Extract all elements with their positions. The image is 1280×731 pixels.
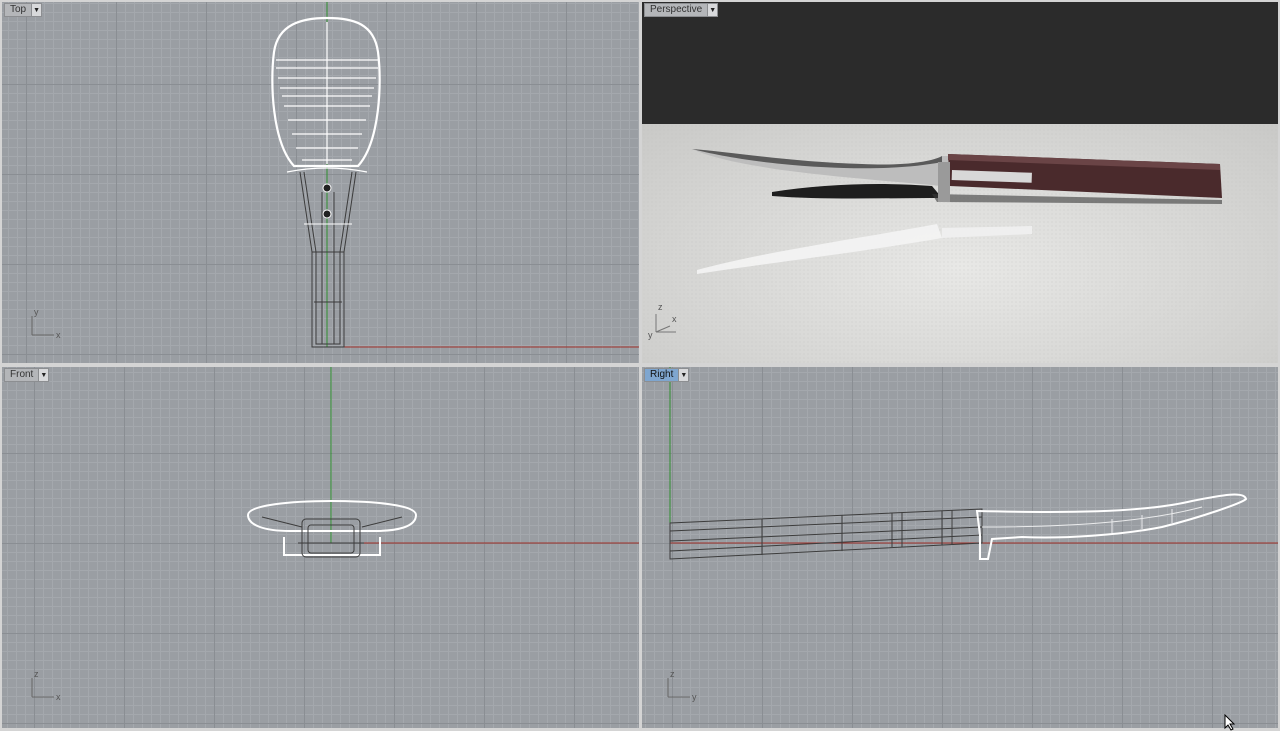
viewport-tab-right[interactable]: Right ▼: [644, 368, 690, 382]
viewport-tab-perspective[interactable]: Perspective ▼: [644, 3, 719, 17]
rivet-2: [322, 209, 332, 219]
blade-wireframe: [271, 16, 381, 173]
chevron-down-icon[interactable]: ▼: [32, 3, 43, 17]
viewport-right[interactable]: Right ▼ z y: [642, 367, 1278, 728]
viewport-title-right: Right: [644, 368, 680, 382]
axis-label-z: z: [670, 669, 675, 679]
axis-label-z: z: [34, 669, 39, 679]
viewport-perspective[interactable]: Perspective ▼ z y x: [642, 2, 1278, 363]
axis-label-x: x: [56, 692, 61, 702]
right-view-drawing: z y: [667, 367, 1278, 702]
chevron-down-icon[interactable]: ▼: [39, 368, 50, 382]
viewport-tab-top[interactable]: Top ▼: [4, 3, 43, 17]
chevron-down-icon[interactable]: ▼: [708, 3, 719, 17]
viewport-top[interactable]: Top ▼ y x: [2, 2, 639, 363]
viewport-front[interactable]: Front ▼ z x: [2, 367, 639, 728]
axis-label-x: x: [672, 314, 677, 324]
viewport-title-perspective: Perspective: [644, 3, 709, 17]
axis-label-y: y: [34, 307, 39, 317]
viewport-title-top: Top: [4, 3, 33, 17]
chevron-down-icon[interactable]: ▼: [679, 368, 690, 382]
knife-handle-wireframe: [299, 171, 357, 348]
axis-gizmo-top: [31, 316, 54, 336]
axis-label-y: y: [692, 692, 697, 702]
rivet-1: [322, 183, 332, 193]
viewport-tab-front[interactable]: Front ▼: [4, 368, 50, 382]
top-view-drawing: y x: [31, 2, 639, 348]
rendered-knife: z y x: [648, 149, 1222, 340]
axis-label-y: y: [648, 330, 653, 340]
axis-label-x: x: [56, 330, 61, 340]
axis-gizmo-right: [667, 678, 690, 698]
front-view-drawing: z x: [31, 367, 639, 702]
viewport-title-front: Front: [4, 368, 40, 382]
mouse-pointer-icon: [1224, 714, 1236, 731]
axis-gizmo-front: [31, 678, 54, 698]
handle-wireframe-side: [669, 508, 983, 560]
axis-label-z: z: [658, 302, 663, 312]
